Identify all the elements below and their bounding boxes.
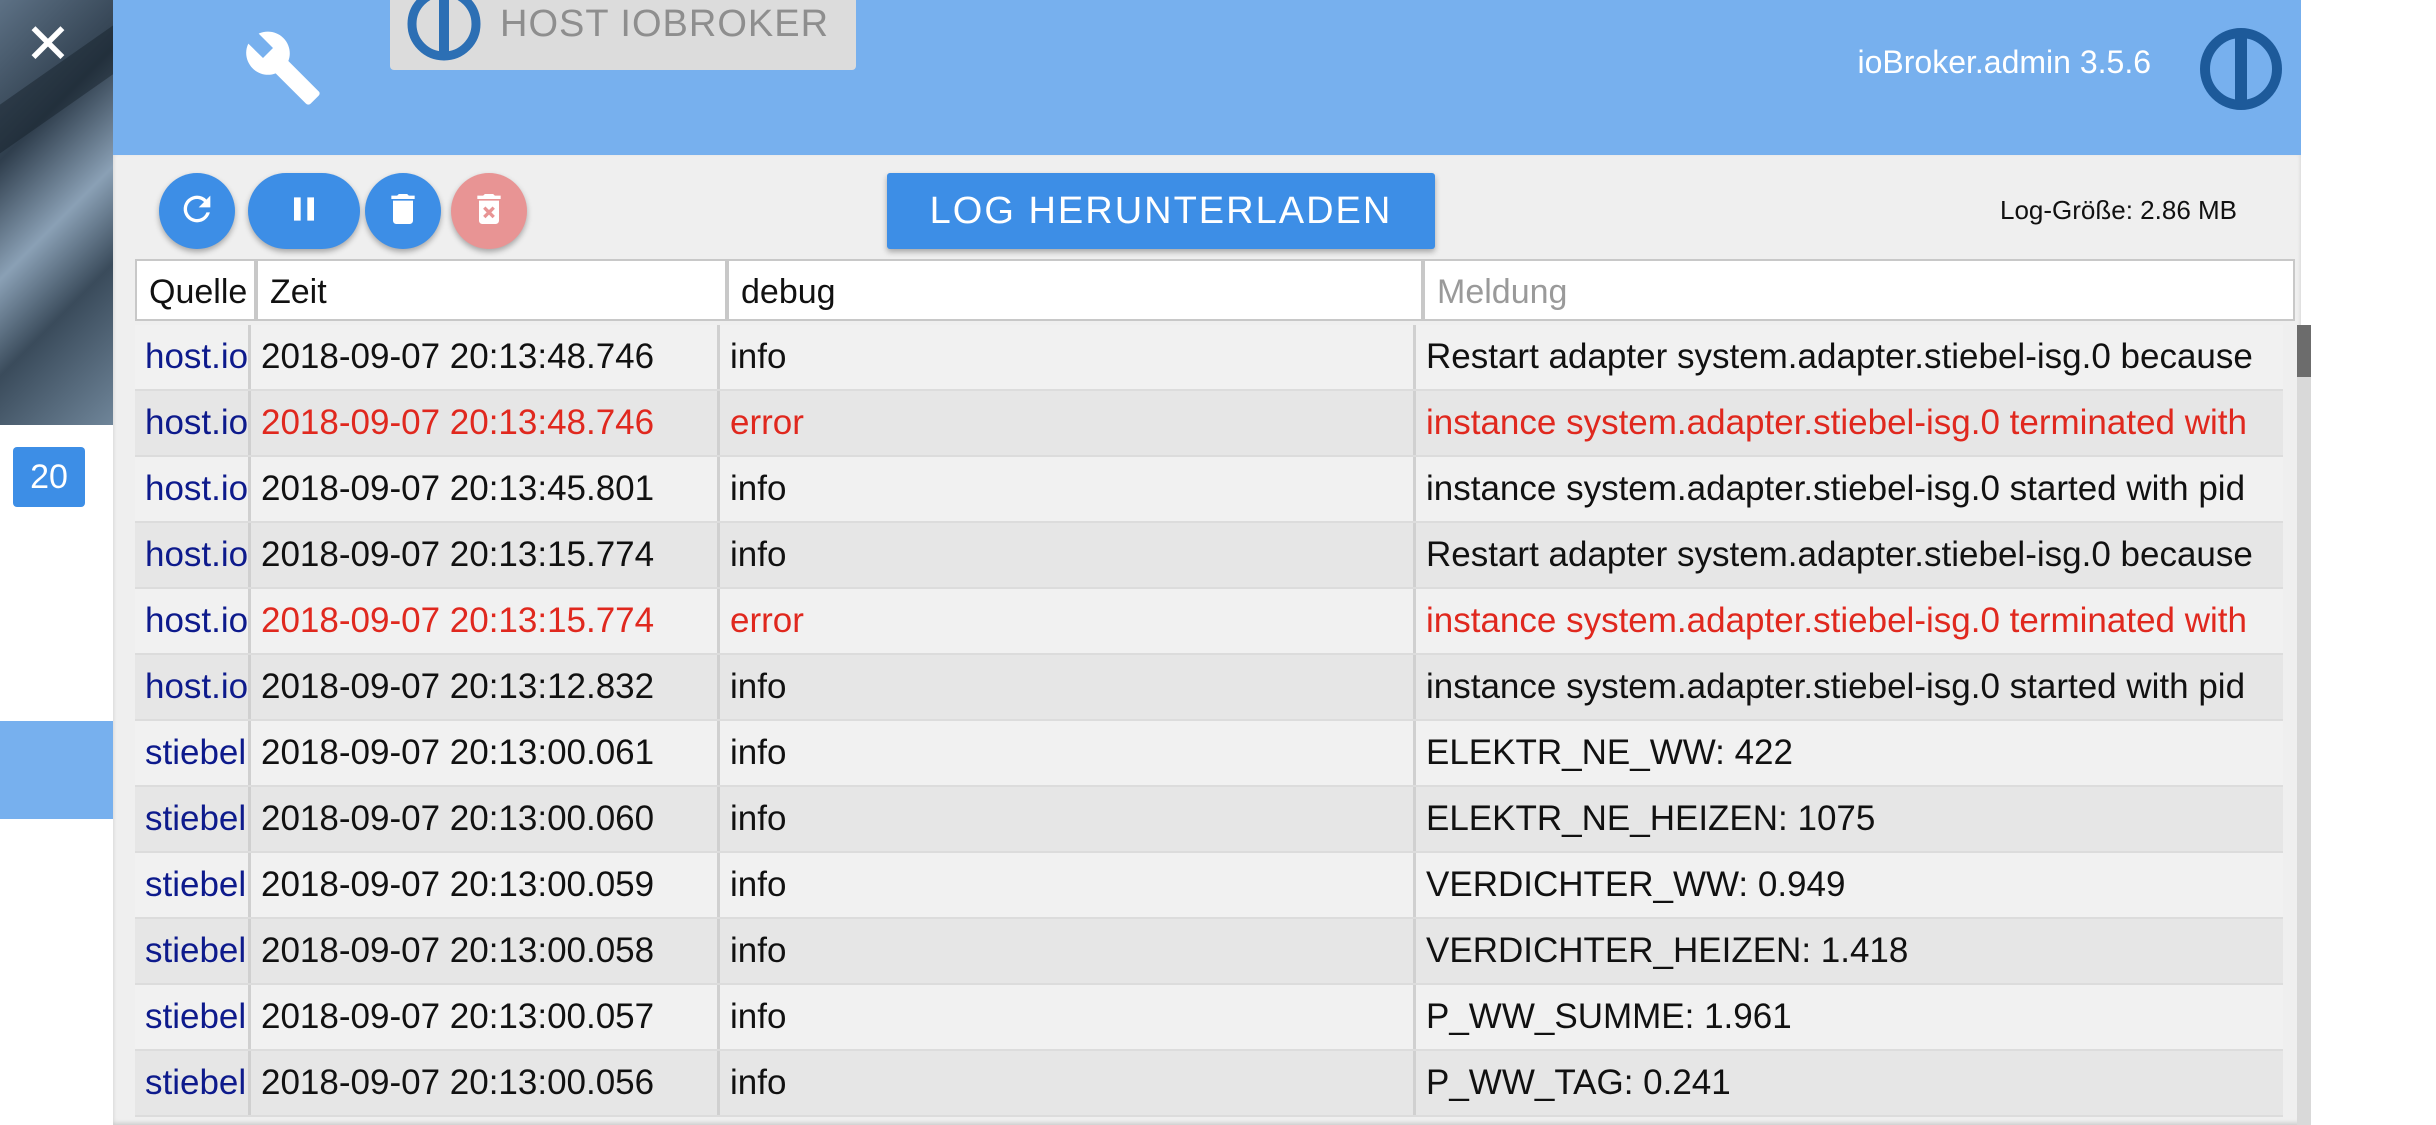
host-tab-label: HOST IOBROKER xyxy=(500,3,830,45)
app-header: HOST IOBROKER ioBroker.admin 3.5.6 xyxy=(113,0,2301,155)
time-filter[interactable]: Zeit xyxy=(256,259,727,321)
log-time: 2018-09-07 20:13:15.774 xyxy=(251,523,720,587)
table-row: stiebel 2018-09-07 20:13:00.060 info ELEKTR… xyxy=(135,787,2283,853)
log-source: stiebel xyxy=(135,787,251,851)
scrollbar-track[interactable] xyxy=(2297,325,2311,1125)
pause-icon xyxy=(284,189,324,234)
log-source: host.io xyxy=(135,457,251,521)
log-time: 2018-09-07 20:13:15.774 xyxy=(251,589,720,653)
log-size: Log-Größe: 2.86 MB xyxy=(2000,195,2237,225)
log-time: 2018-09-07 20:13:00.060 xyxy=(251,787,720,851)
table-row: stiebel 2018-09-07 20:13:00.058 info VERDIC… xyxy=(135,919,2283,985)
log-time: 2018-09-07 20:13:48.746 xyxy=(251,391,720,455)
iobroker-logo-icon xyxy=(2198,26,2284,112)
log-severity: info xyxy=(720,325,1416,389)
log-severity: info xyxy=(720,457,1416,521)
log-time: 2018-09-07 20:13:12.832 xyxy=(251,655,720,719)
clear-log-button[interactable] xyxy=(365,173,441,249)
log-severity: info xyxy=(720,721,1416,785)
log-severity: error xyxy=(720,589,1416,653)
log-time: 2018-09-07 20:13:00.057 xyxy=(251,985,720,1049)
log-message: Restart adapter system.adapter.stiebel-i… xyxy=(1426,337,2253,376)
iobroker-logo-icon xyxy=(406,0,482,62)
table-row: stiebel 2018-09-07 20:13:00.059 info VERDIC… xyxy=(135,853,2283,919)
log-source: host.io xyxy=(135,523,251,587)
table-row: stiebel 2018-09-07 20:13:00.057 info P_WW_S… xyxy=(135,985,2283,1051)
log-message: ELEKTR_NE_HEIZEN: 1075 xyxy=(1426,799,1876,838)
log-time: 2018-09-07 20:13:45.801 xyxy=(251,457,720,521)
log-message: instance system.adapter.stiebel-isg.0 te… xyxy=(1426,403,2247,442)
table-row: host.io 2018-09-07 20:13:48.746 info Restar… xyxy=(135,325,2283,391)
drawer-selected-item[interactable] xyxy=(0,721,113,819)
log-source: stiebel xyxy=(135,853,251,917)
log-source: host.io xyxy=(135,325,251,389)
log-message: P_WW_TAG: 0.241 xyxy=(1426,1063,1731,1102)
log-source: stiebel xyxy=(135,721,251,785)
log-message: Restart adapter system.adapter.stiebel-i… xyxy=(1426,535,2253,574)
count-badge: 20 xyxy=(13,447,85,507)
close-icon[interactable]: ✕ xyxy=(18,14,78,74)
refresh-button[interactable] xyxy=(159,173,235,249)
table-row: stiebel 2018-09-07 20:13:00.056 info P_WW_T… xyxy=(135,1051,2283,1117)
log-time: 2018-09-07 20:13:00.059 xyxy=(251,853,720,917)
log-severity: info xyxy=(720,655,1416,719)
log-message: instance system.adapter.stiebel-isg.0 st… xyxy=(1426,469,2246,508)
table-row: host.io 2018-09-07 20:13:45.801 info instan… xyxy=(135,457,2283,523)
log-source: host.io xyxy=(135,655,251,719)
download-log-button[interactable]: LOG HERUNTERLADEN xyxy=(887,173,1435,249)
scrollbar-thumb[interactable] xyxy=(2297,325,2311,377)
left-drawer: ✕ 20 xyxy=(0,0,113,1125)
log-severity: info xyxy=(720,1051,1416,1115)
log-severity: error xyxy=(720,391,1416,455)
host-tab[interactable]: HOST IOBROKER xyxy=(390,0,856,70)
log-severity: info xyxy=(720,853,1416,917)
log-time: 2018-09-07 20:13:00.056 xyxy=(251,1051,720,1115)
refresh-icon xyxy=(177,189,217,234)
delete-icon xyxy=(383,189,423,234)
wrench-icon[interactable] xyxy=(243,28,323,108)
delete-log-file-button[interactable] xyxy=(451,173,527,249)
table-row: stiebel 2018-09-07 20:13:00.061 info ELEKTR… xyxy=(135,721,2283,787)
log-time: 2018-09-07 20:13:48.746 xyxy=(251,325,720,389)
log-message: instance system.adapter.stiebel-isg.0 st… xyxy=(1426,667,2246,706)
log-message: VERDICHTER_HEIZEN: 1.418 xyxy=(1426,931,1909,970)
log-source: host.io xyxy=(135,589,251,653)
log-message: P_WW_SUMME: 1.961 xyxy=(1426,997,1792,1036)
table-row: host.io 2018-09-07 20:13:15.774 error insta… xyxy=(135,589,2283,655)
filter-row: Quelle Zeit debug Meldung xyxy=(135,259,2295,325)
log-message: instance system.adapter.stiebel-isg.0 te… xyxy=(1426,601,2247,640)
log-severity: info xyxy=(720,787,1416,851)
log-source: host.io xyxy=(135,391,251,455)
log-severity: info xyxy=(720,523,1416,587)
table-row: host.io 2018-09-07 20:13:48.746 error insta… xyxy=(135,391,2283,457)
source-filter[interactable]: Quelle xyxy=(135,259,256,321)
log-time: 2018-09-07 20:13:00.061 xyxy=(251,721,720,785)
log-panel: LOG HERUNTERLADEN Log-Größe: 2.86 MB Que… xyxy=(113,155,2311,1125)
delete-forever-icon xyxy=(469,189,509,234)
log-message: ELEKTR_NE_WW: 422 xyxy=(1426,733,1793,772)
log-time: 2018-09-07 20:13:00.058 xyxy=(251,919,720,983)
log-table: host.io 2018-09-07 20:13:48.746 info Restar… xyxy=(135,325,2283,1125)
admin-version: ioBroker.admin 3.5.6 xyxy=(1857,44,2152,80)
log-message: VERDICHTER_WW: 0.949 xyxy=(1426,865,1846,904)
log-source: stiebel xyxy=(135,985,251,1049)
pause-button[interactable] xyxy=(248,173,360,249)
log-source: stiebel xyxy=(135,919,251,983)
table-row: host.io 2018-09-07 20:13:12.832 info instan… xyxy=(135,655,2283,721)
table-row: host.io 2018-09-07 20:13:15.774 info Restar… xyxy=(135,523,2283,589)
severity-select[interactable]: debug xyxy=(727,259,1423,321)
log-severity: info xyxy=(720,919,1416,983)
log-source: stiebel xyxy=(135,1051,251,1115)
message-filter-input[interactable]: Meldung xyxy=(1423,259,2295,321)
log-severity: info xyxy=(720,985,1416,1049)
